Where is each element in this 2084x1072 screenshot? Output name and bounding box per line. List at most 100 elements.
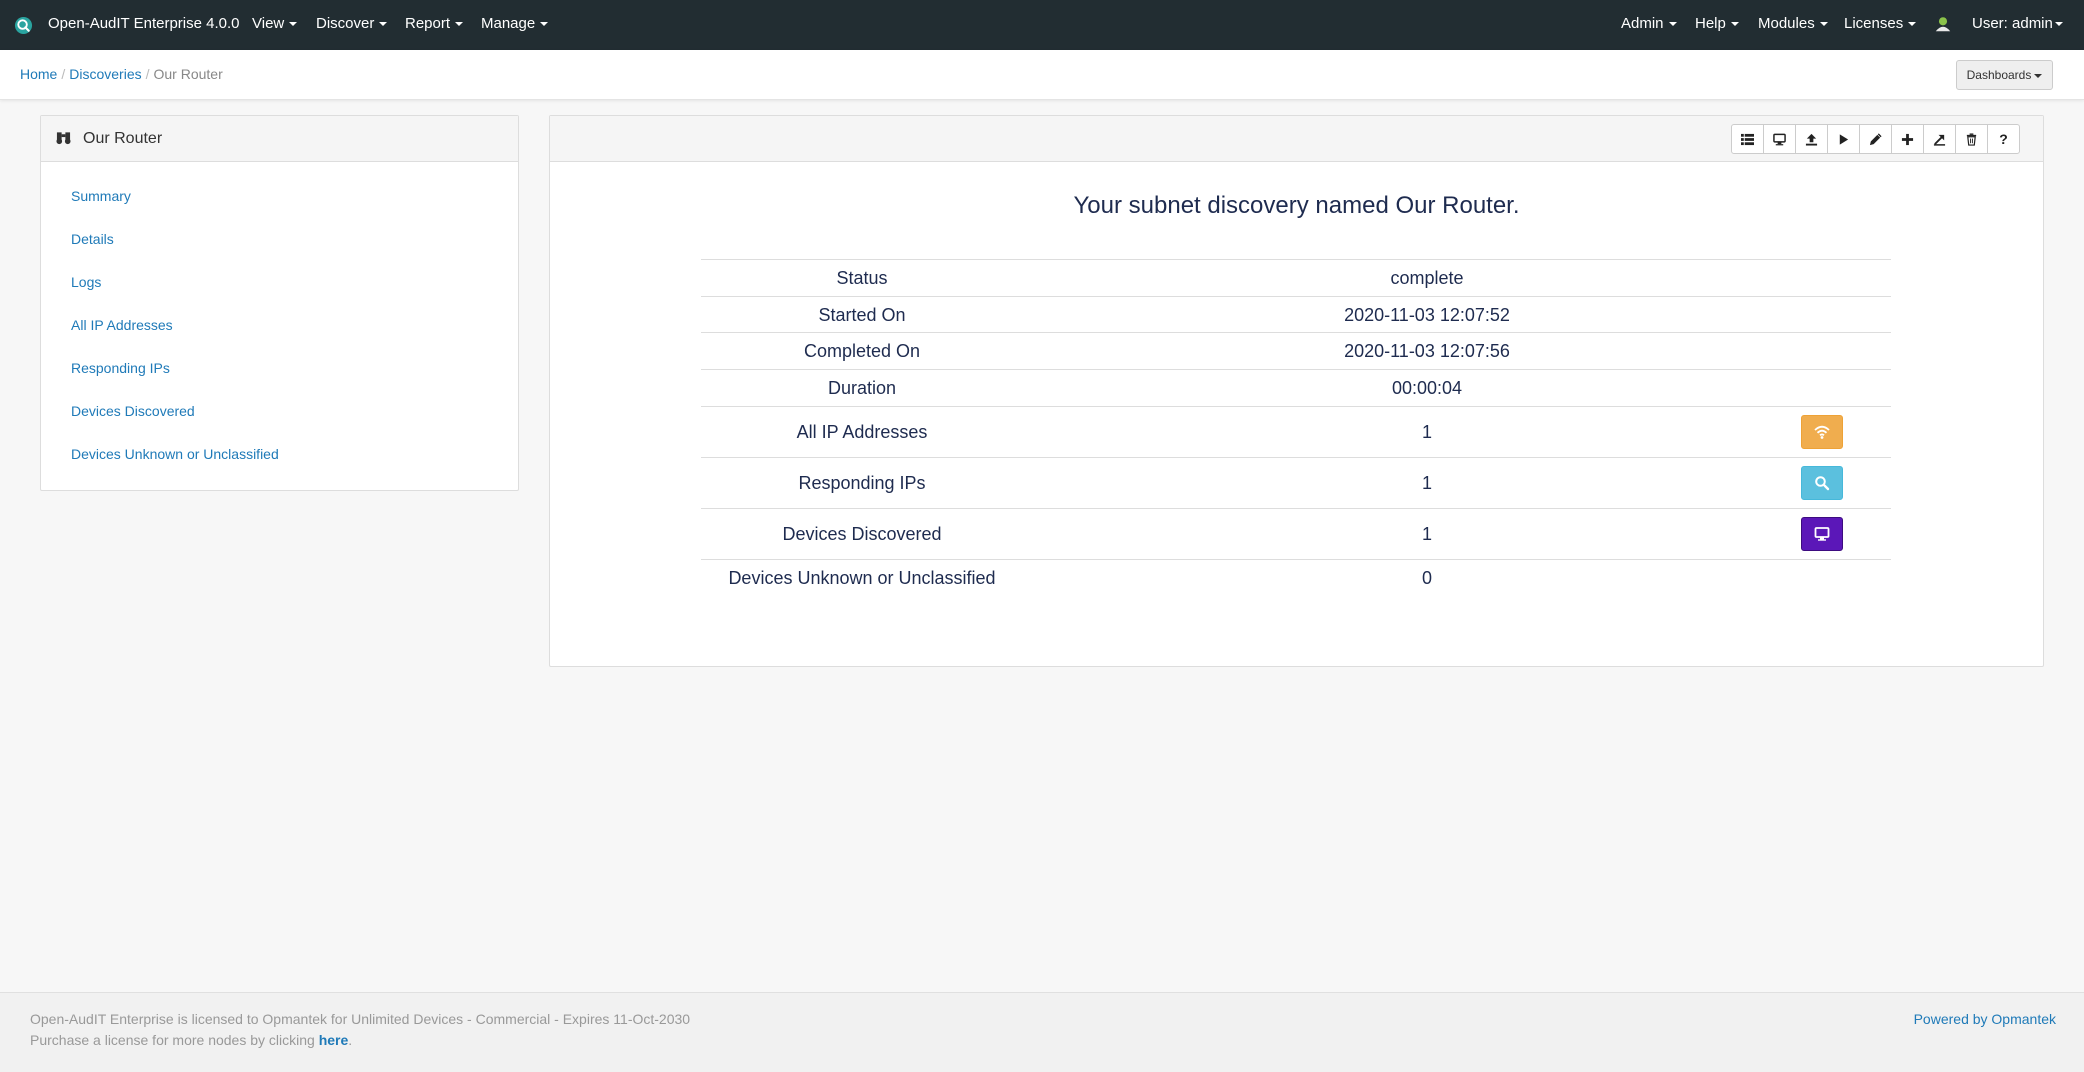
- brand-link[interactable]: Open-AudIT Enterprise 4.0.0: [48, 15, 240, 32]
- play-icon: [1839, 133, 1849, 145]
- help-icon: ?: [1999, 131, 2008, 147]
- page-footer: Open-AudIT Enterprise is licensed to Opm…: [0, 992, 2084, 1072]
- sidebar-link-logs[interactable]: Logs: [71, 274, 101, 290]
- summary-row-devices-discovered: Devices Discovered 1: [701, 508, 1891, 559]
- menu-help[interactable]: Help: [1695, 15, 1739, 32]
- delete-button[interactable]: [1955, 124, 1988, 154]
- menu-modules[interactable]: Modules: [1758, 15, 1828, 32]
- summary-row-status: Status complete: [701, 259, 1891, 296]
- menu-modules-label: Modules: [1758, 15, 1815, 32]
- breadcrumb-separator: /: [61, 66, 66, 82]
- duration-value: 00:00:04: [1391, 378, 1463, 398]
- edit-icon: [1869, 132, 1882, 145]
- wifi-icon: [1814, 425, 1830, 439]
- open-audit-logo-icon[interactable]: [14, 16, 33, 35]
- summary-row-devices-unknown: Devices Unknown or Unclassified 0: [701, 559, 1891, 599]
- breadcrumb-bar: Home / Discoveries / Our Router Dashboards: [0, 50, 2084, 100]
- all-ip-addresses-label: All IP Addresses: [796, 422, 928, 442]
- devices-discovered-value: 1: [1421, 524, 1432, 544]
- summary-row-responding-ips: Responding IPs 1: [701, 457, 1891, 508]
- menu-user-label: User: admin: [1972, 15, 2053, 32]
- export-icon: [1933, 134, 1946, 146]
- sidebar-link-responding-ips[interactable]: Responding IPs: [71, 360, 170, 376]
- desktop-icon: [1814, 527, 1830, 541]
- sidebar-link-all-ip-addresses[interactable]: All IP Addresses: [71, 317, 173, 333]
- menu-view[interactable]: View: [252, 15, 298, 32]
- view-devices-discovered-button[interactable]: [1801, 517, 1843, 551]
- list-button[interactable]: [1731, 124, 1764, 154]
- dashboards-button-label: Dashboards: [1966, 68, 2032, 82]
- dashboards-button[interactable]: Dashboards: [1956, 60, 2053, 90]
- devices-discovered-label: Devices Discovered: [782, 524, 942, 544]
- caret-down-icon: [289, 22, 298, 27]
- caret-down-icon: [1908, 22, 1917, 27]
- sidebar-title: Our Router: [83, 130, 163, 147]
- breadcrumb-separator: /: [145, 66, 150, 82]
- sidebar-link-devices-unknown[interactable]: Devices Unknown or Unclassified: [71, 446, 279, 462]
- menu-user[interactable]: User: admin: [1972, 15, 2063, 32]
- caret-down-icon: [540, 22, 549, 27]
- started-on-value: 2020-11-03 12:07:52: [1344, 305, 1510, 325]
- sidebar-link-summary[interactable]: Summary: [71, 188, 131, 204]
- execute-button[interactable]: [1827, 124, 1860, 154]
- sidebar-link-devices-discovered[interactable]: Devices Discovered: [71, 403, 195, 419]
- caret-down-icon: [1819, 22, 1828, 27]
- upload-button[interactable]: [1795, 124, 1828, 154]
- summary-heading: ?: [550, 116, 2043, 162]
- devices-button[interactable]: [1763, 124, 1796, 154]
- menu-manage-label: Manage: [481, 15, 536, 32]
- summary-row-duration: Duration 00:00:04: [701, 369, 1891, 406]
- action-toolbar: ?: [1731, 124, 2020, 154]
- breadcrumb-discoveries[interactable]: Discoveries: [69, 66, 141, 82]
- menu-licenses-label: Licenses: [1844, 15, 1904, 32]
- export-button[interactable]: [1923, 124, 1956, 154]
- menu-admin-label: Admin: [1621, 15, 1664, 32]
- upload-icon: [1805, 133, 1818, 146]
- license-notice: Open-AudIT Enterprise is licensed to Opm…: [30, 1011, 691, 1027]
- caret-down-icon: [379, 22, 388, 27]
- responding-ips-value: 1: [1421, 473, 1432, 493]
- breadcrumb-current: Our Router: [153, 66, 223, 82]
- user-avatar-icon[interactable]: [1934, 15, 1952, 33]
- discovery-summary-panel: ? Your subnet discovery named Our Router…: [549, 115, 2044, 667]
- purchase-text: Purchase a license for more nodes by cli…: [30, 1032, 319, 1048]
- create-button[interactable]: [1891, 124, 1924, 154]
- search-icon: [1815, 476, 1830, 491]
- completed-on-value: 2020-11-03 12:07:56: [1344, 341, 1510, 361]
- responding-ips-label: Responding IPs: [798, 473, 926, 493]
- caret-down-icon: [455, 22, 464, 27]
- powered-by-link[interactable]: Powered by Opmantek: [1914, 1011, 2056, 1027]
- purchase-notice: Purchase a license for more nodes by cli…: [30, 1032, 352, 1048]
- summary-row-completed-on: Completed On 2020-11-03 12:07:56: [701, 332, 1891, 369]
- caret-down-icon: [2034, 73, 2043, 78]
- desktop-icon: [1773, 133, 1786, 145]
- menu-discover[interactable]: Discover: [316, 15, 388, 32]
- view-all-ip-addresses-button[interactable]: [1801, 415, 1843, 449]
- plus-icon: [1901, 133, 1914, 145]
- menu-report-label: Report: [405, 15, 451, 32]
- menu-admin[interactable]: Admin: [1621, 15, 1677, 32]
- summary-row-all-ip-addresses: All IP Addresses 1: [701, 406, 1891, 457]
- discovery-sidebar-panel: Our Router Summary Details Logs All IP A…: [40, 115, 519, 491]
- devices-unknown-value: 0: [1421, 568, 1432, 588]
- menu-report[interactable]: Report: [405, 15, 464, 32]
- purchase-here-link[interactable]: here: [319, 1032, 349, 1048]
- duration-label: Duration: [827, 378, 897, 398]
- discovery-headline: Your subnet discovery named Our Router.: [1073, 192, 1520, 219]
- purchase-text-end: .: [348, 1032, 353, 1048]
- trash-icon: [1966, 132, 1977, 146]
- sidebar-link-details[interactable]: Details: [71, 231, 114, 247]
- menu-view-label: View: [252, 15, 285, 32]
- binoculars-icon: [56, 132, 71, 145]
- view-responding-ips-button[interactable]: [1801, 466, 1843, 500]
- breadcrumb-home[interactable]: Home: [20, 66, 57, 82]
- sidebar-heading: Our Router: [41, 116, 518, 162]
- caret-down-icon: [1730, 22, 1739, 27]
- completed-on-label: Completed On: [803, 341, 921, 361]
- status-value: complete: [1390, 268, 1464, 288]
- help-button[interactable]: ?: [1987, 124, 2020, 154]
- menu-manage[interactable]: Manage: [481, 15, 549, 32]
- menu-licenses[interactable]: Licenses: [1844, 15, 1917, 32]
- edit-button[interactable]: [1859, 124, 1892, 154]
- caret-down-icon: [1668, 22, 1677, 27]
